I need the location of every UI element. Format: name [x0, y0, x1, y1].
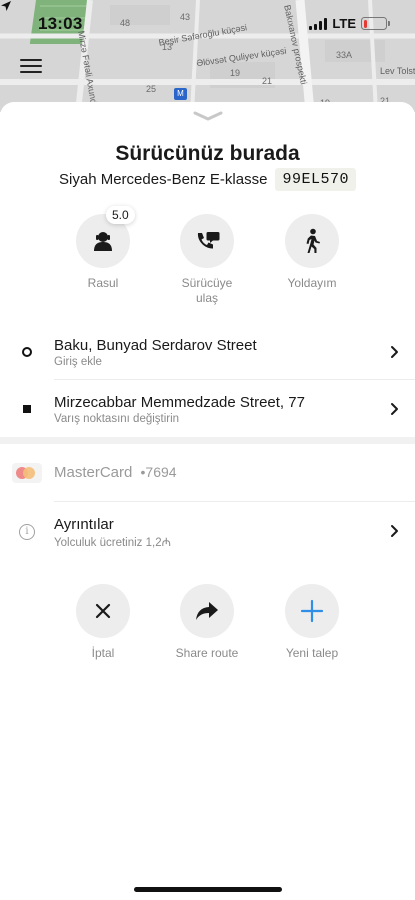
signal-icon — [309, 17, 328, 30]
new-request-circle[interactable] — [285, 584, 339, 638]
details-row[interactable]: i Ayrıntılar Yolculuk ücretiniz 1,2₼ — [0, 504, 415, 560]
map-view[interactable]: Mirzə Fətəli Axundov Beşir Səfəroğlu küç… — [0, 0, 415, 112]
car-info: Siyah Mercedes-Benz E-klasse 99EL570 — [0, 168, 415, 191]
new-request-label: Yeni talep — [285, 646, 339, 660]
contact-driver-button[interactable]: Sürücüye ulaş — [157, 214, 257, 306]
fare-summary: Yolculuk ücretiniz 1,2₼ — [54, 537, 171, 549]
section-divider — [0, 437, 415, 444]
pickup-hint: Giriş ekle — [54, 356, 102, 368]
car-model: Siyah Mercedes-Benz E-klasse — [59, 171, 268, 188]
cancel-label: İptal — [91, 646, 115, 660]
cancel-ride-button[interactable]: İptal — [53, 584, 153, 661]
status-time: 13:03 — [38, 14, 83, 33]
chevron-right-icon — [391, 346, 398, 358]
house-number: 43 — [180, 12, 191, 22]
payment-row[interactable]: MasterCard •7694 — [0, 447, 415, 501]
house-number: 25 — [146, 84, 157, 94]
divider — [54, 379, 415, 380]
metro-icon: M — [174, 88, 187, 100]
house-number: 48 — [120, 18, 131, 28]
license-plate: 99EL570 — [275, 168, 356, 191]
new-request-button[interactable]: Yeni talep — [262, 584, 362, 661]
home-indicator[interactable] — [134, 887, 282, 892]
driver-name: Rasul — [87, 276, 119, 290]
on-my-way-button[interactable]: Yoldayım — [262, 214, 362, 291]
share-route-circle[interactable] — [180, 584, 234, 638]
location-arrow-icon — [1, 1, 11, 11]
phone-chat-icon — [197, 232, 220, 249]
cancel-circle[interactable] — [76, 584, 130, 638]
house-number: 33A — [336, 50, 353, 60]
house-number: 13 — [162, 42, 173, 52]
status-indicators: LTE — [309, 16, 390, 31]
destination-address: Mirzecabbar Memmedzade Street, 77 — [54, 394, 305, 411]
menu-icon[interactable] — [20, 59, 42, 73]
driver-avatar[interactable]: 5.0 — [76, 206, 135, 268]
on-my-way-circle[interactable] — [285, 214, 339, 268]
plus-icon — [300, 599, 324, 623]
driver-rating-badge: 5.0 — [106, 206, 135, 224]
share-route-label: Share route — [175, 646, 239, 660]
payment-method: MasterCard •7694 — [54, 464, 177, 481]
walking-person-icon — [306, 228, 320, 253]
house-number: 21 — [262, 76, 273, 86]
divider — [54, 501, 415, 502]
info-icon: i — [19, 524, 35, 540]
share-route-button[interactable]: Share route — [157, 584, 257, 661]
driver-avatar-icon — [94, 232, 112, 251]
network-type: LTE — [332, 16, 356, 31]
destination-row[interactable]: Mirzecabbar Memmedzade Street, 77 Varış … — [0, 381, 415, 437]
mastercard-icon — [12, 463, 42, 483]
chevron-right-icon — [391, 525, 398, 537]
contact-driver-label: Sürücüye ulaş — [181, 276, 233, 305]
driver-profile-button[interactable]: 5.0 Rasul — [53, 206, 153, 291]
card-last4: •7694 — [140, 464, 177, 480]
map-street-label: Lev Tolstoy — [380, 66, 415, 76]
share-arrow-icon — [196, 602, 218, 620]
pickup-row[interactable]: Baku, Bunyad Serdarov Street Giriş ekle — [0, 324, 415, 380]
sheet-title: Sürücünüz burada — [115, 142, 300, 165]
battery-icon — [361, 17, 390, 30]
chevron-down-icon[interactable] — [192, 110, 224, 122]
driver-sheet: Sürücünüz burada Siyah Mercedes-Benz E-k… — [0, 102, 415, 900]
on-my-way-label: Yoldayım — [287, 276, 337, 290]
card-brand: MasterCard — [54, 464, 133, 481]
pickup-dot-icon — [22, 347, 32, 357]
destination-hint: Varış noktasını değiştirin — [54, 413, 180, 425]
close-icon — [95, 603, 111, 619]
pickup-address: Baku, Bunyad Serdarov Street — [54, 337, 257, 354]
contact-driver-circle[interactable] — [180, 214, 234, 268]
destination-square-icon — [23, 405, 31, 413]
details-title: Ayrıntılar — [54, 516, 114, 533]
house-number: 19 — [230, 68, 241, 78]
chevron-right-icon — [391, 403, 398, 415]
